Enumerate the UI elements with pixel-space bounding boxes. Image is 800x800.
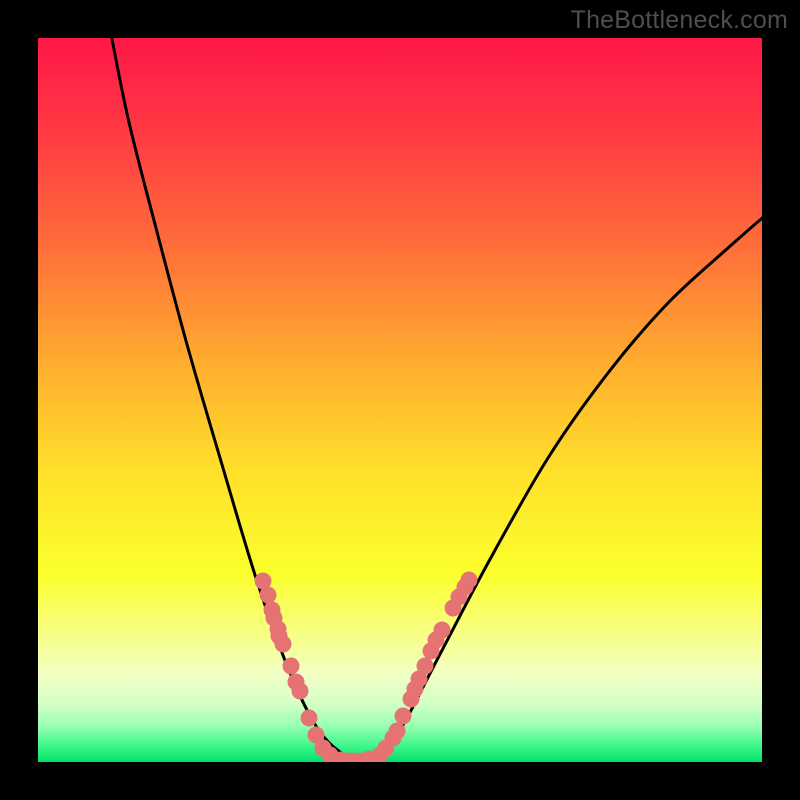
data-marker (434, 622, 451, 639)
data-marker (395, 708, 412, 725)
plot-frame (38, 38, 762, 762)
data-marker (292, 683, 309, 700)
data-marker (283, 658, 300, 675)
bottleneck-curve (38, 38, 762, 762)
data-marker (461, 572, 478, 589)
data-marker (417, 658, 434, 675)
data-marker (301, 710, 318, 727)
watermark-text: TheBottleneck.com (571, 6, 788, 35)
marker-layer (255, 572, 478, 763)
data-marker (260, 587, 277, 604)
data-marker (275, 636, 292, 653)
data-marker (389, 723, 406, 740)
